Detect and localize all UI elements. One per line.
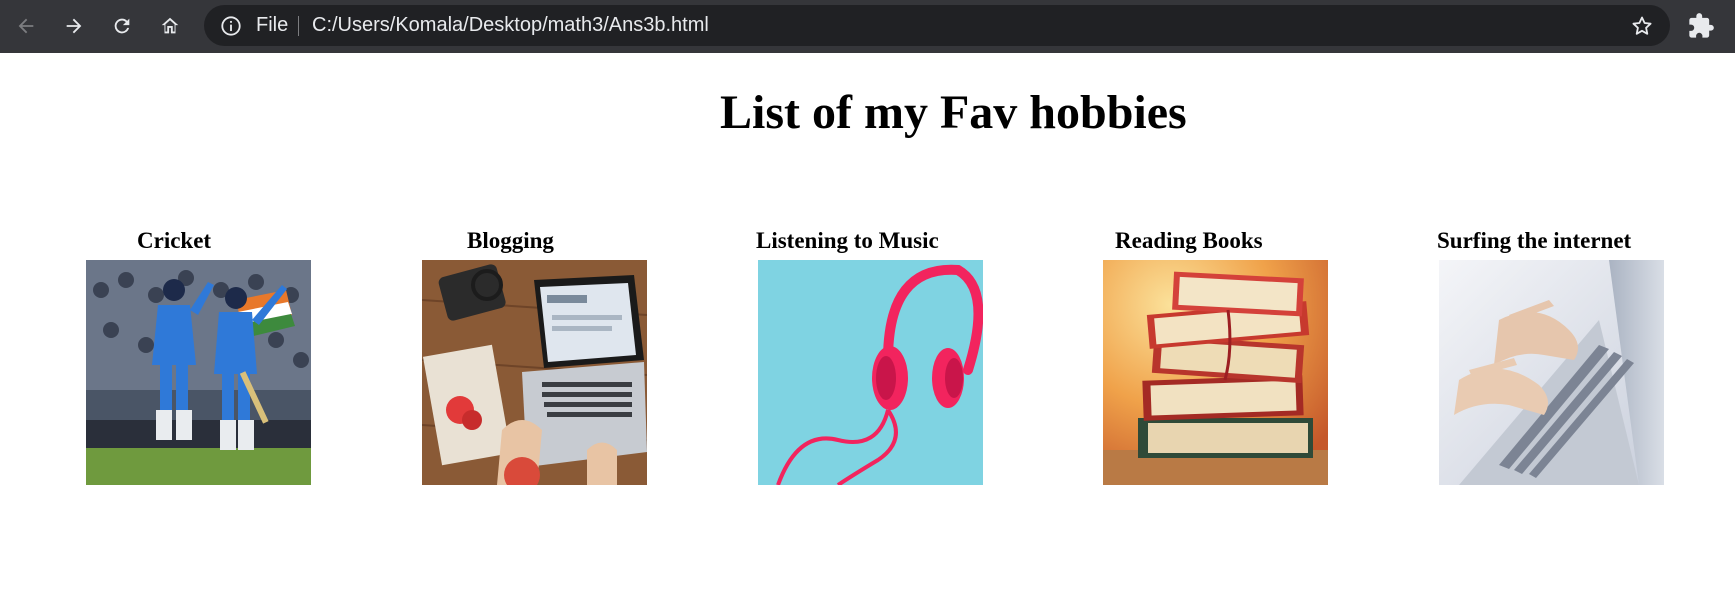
hobby-item-cricket: Cricket: [86, 226, 346, 486]
page-title: List of my Fav hobbies: [720, 86, 1187, 139]
extensions-icon[interactable]: [1687, 12, 1715, 40]
info-icon[interactable]: [220, 15, 242, 37]
home-icon: [161, 17, 179, 34]
url-text[interactable]: C:/Users/Komala/Desktop/math3/Ans3b.html: [312, 5, 709, 46]
address-bar[interactable]: File C:/Users/Komala/Desktop/math3/Ans3b…: [204, 5, 1670, 46]
hands-typing-laptop-image: [1439, 260, 1664, 485]
reload-button[interactable]: [104, 8, 140, 44]
cricket-players-image: [86, 260, 311, 485]
reload-icon: [114, 18, 130, 34]
hobby-item-music: Listening to Music: [756, 226, 1018, 486]
forward-icon: [66, 18, 82, 34]
hobby-label: Reading Books: [1115, 228, 1263, 253]
pink-headphones-image: [758, 260, 983, 485]
back-icon: [18, 18, 34, 34]
hobby-label: Cricket: [137, 228, 212, 253]
hobby-item-internet: Surfing the internet: [1437, 226, 1699, 486]
hobby-label: Listening to Music: [756, 228, 939, 253]
star-icon[interactable]: [1630, 14, 1654, 38]
browser-toolbar: File C:/Users/Komala/Desktop/math3/Ans3b…: [0, 0, 1735, 53]
hobby-label: Blogging: [467, 228, 554, 253]
hobby-item-blogging: Blogging: [422, 226, 682, 486]
back-button[interactable]: [8, 8, 44, 44]
stacked-books-image: [1103, 260, 1328, 485]
file-label: File: [256, 14, 289, 36]
forward-button[interactable]: [56, 8, 92, 44]
hobby-item-books: Reading Books: [1103, 226, 1363, 486]
hobby-label: Surfing the internet: [1437, 228, 1632, 253]
address-separator: [298, 16, 299, 36]
home-button[interactable]: [152, 8, 188, 44]
laptop-blog-desk-image: [422, 260, 647, 485]
